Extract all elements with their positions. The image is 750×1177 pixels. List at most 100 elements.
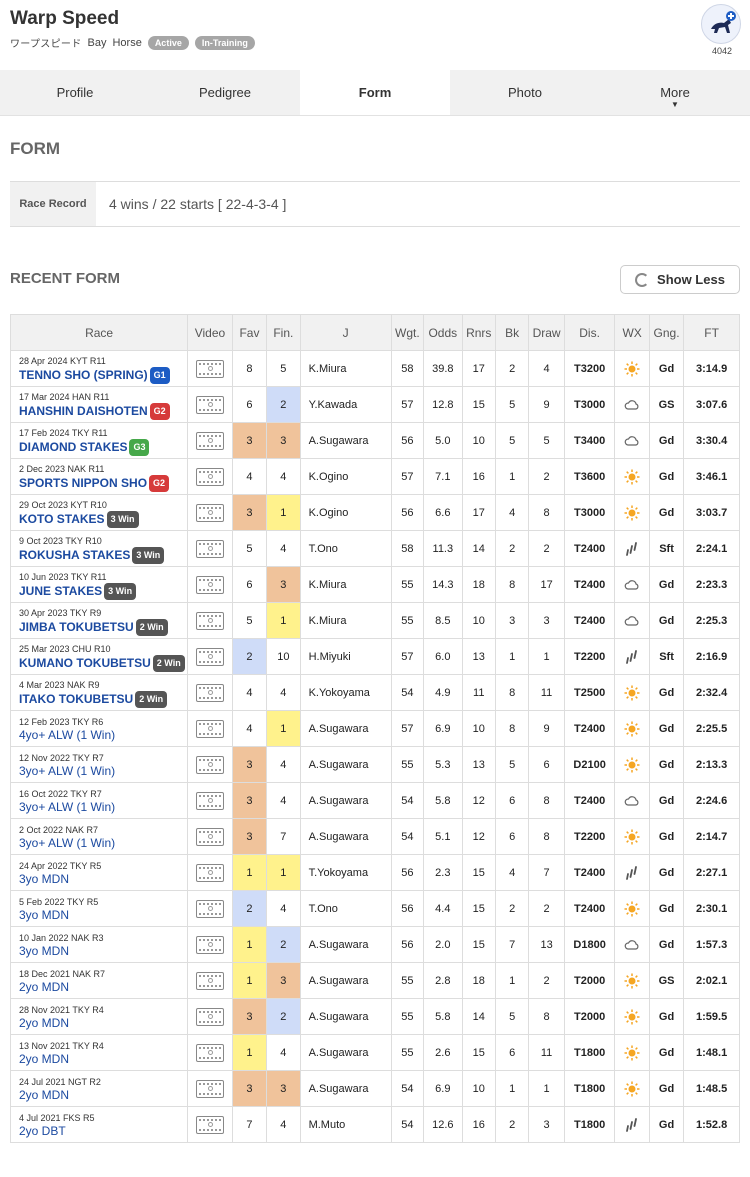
jockey-cell[interactable]: K.Miura	[299, 350, 392, 387]
race-link[interactable]: 2yo DBT	[19, 1124, 187, 1139]
race-link[interactable]: 2yo MDN	[19, 1088, 187, 1103]
tab-profile[interactable]: Profile	[0, 70, 150, 115]
video-cell[interactable]	[187, 962, 233, 999]
race-link[interactable]: SPORTS NIPPON SHO G2	[19, 474, 187, 492]
owner-logo-icon[interactable]	[701, 4, 741, 44]
jockey-cell[interactable]: A.Sugawara	[299, 1070, 392, 1107]
race-link[interactable]: 3yo MDN	[19, 908, 187, 923]
video-cell[interactable]	[187, 566, 233, 603]
jockey-cell[interactable]: Y.Kawada	[299, 386, 392, 423]
race-link[interactable]: 2yo MDN	[19, 1016, 187, 1031]
video-cell[interactable]	[187, 1106, 233, 1143]
video-icon[interactable]	[195, 1007, 224, 1026]
tab-more[interactable]: More ▼	[600, 70, 750, 115]
race-link[interactable]: KUMANO TOKUBETSU 2 Win	[19, 654, 187, 672]
race-name[interactable]: KUMANO TOKUBETSU	[19, 656, 151, 671]
race-link[interactable]: 3yo+ ALW (1 Win)	[19, 800, 187, 815]
jockey-cell[interactable]: K.Ogino	[299, 458, 392, 495]
video-cell[interactable]	[187, 458, 233, 495]
video-icon[interactable]	[195, 719, 224, 738]
video-cell[interactable]	[187, 494, 233, 531]
video-icon[interactable]	[195, 1115, 224, 1134]
jockey-cell[interactable]: H.Miyuki	[299, 638, 392, 675]
race-link[interactable]: 3yo+ ALW (1 Win)	[19, 836, 187, 851]
video-icon[interactable]	[195, 431, 224, 450]
jockey-cell[interactable]: K.Miura	[299, 566, 392, 603]
race-name[interactable]: SPORTS NIPPON SHO	[19, 476, 147, 491]
race-name[interactable]: 2yo MDN	[19, 1088, 69, 1103]
video-icon[interactable]	[195, 971, 224, 990]
video-icon[interactable]	[195, 863, 224, 882]
race-name[interactable]: 4yo+ ALW (1 Win)	[19, 728, 115, 743]
video-icon[interactable]	[195, 755, 224, 774]
video-cell[interactable]	[187, 350, 233, 387]
video-cell[interactable]	[187, 854, 233, 891]
jockey-cell[interactable]: K.Ogino	[299, 494, 392, 531]
race-name[interactable]: 2yo DBT	[19, 1124, 66, 1139]
jockey-cell[interactable]: T.Ono	[299, 530, 392, 567]
jockey-cell[interactable]: M.Muto	[299, 1106, 392, 1143]
race-name[interactable]: 3yo MDN	[19, 872, 69, 887]
race-link[interactable]: JUNE STAKES 3 Win	[19, 582, 187, 600]
video-cell[interactable]	[187, 710, 233, 747]
video-icon[interactable]	[195, 899, 224, 918]
jockey-cell[interactable]: A.Sugawara	[299, 926, 392, 963]
video-icon[interactable]	[195, 539, 224, 558]
race-name[interactable]: 3yo MDN	[19, 944, 69, 959]
video-cell[interactable]	[187, 602, 233, 639]
video-icon[interactable]	[195, 611, 224, 630]
race-name[interactable]: JUNE STAKES	[19, 584, 102, 599]
video-icon[interactable]	[195, 395, 224, 414]
jockey-cell[interactable]: T.Ono	[299, 890, 392, 927]
race-link[interactable]: HANSHIN DAISHOTEN G2	[19, 402, 187, 420]
video-cell[interactable]	[187, 1070, 233, 1107]
race-link[interactable]: 2yo MDN	[19, 1052, 187, 1067]
video-cell[interactable]	[187, 782, 233, 819]
jockey-cell[interactable]: A.Sugawara	[299, 998, 392, 1035]
race-name[interactable]: KOTO STAKES	[19, 512, 105, 527]
video-cell[interactable]	[187, 674, 233, 711]
jockey-cell[interactable]: A.Sugawara	[299, 422, 392, 459]
jockey-cell[interactable]: A.Sugawara	[299, 1034, 392, 1071]
video-cell[interactable]	[187, 386, 233, 423]
jockey-cell[interactable]: K.Yokoyama	[299, 674, 392, 711]
race-name[interactable]: 3yo+ ALW (1 Win)	[19, 764, 115, 779]
race-link[interactable]: JIMBA TOKUBETSU 2 Win	[19, 618, 187, 636]
race-link[interactable]: ITAKO TOKUBETSU 2 Win	[19, 690, 187, 708]
tab-pedigree[interactable]: Pedigree	[150, 70, 300, 115]
jockey-cell[interactable]: T.Yokoyama	[299, 854, 392, 891]
race-link[interactable]: TENNO SHO (SPRING) G1	[19, 366, 187, 384]
race-link[interactable]: KOTO STAKES 3 Win	[19, 510, 187, 528]
video-cell[interactable]	[187, 746, 233, 783]
video-cell[interactable]	[187, 1034, 233, 1071]
video-icon[interactable]	[195, 791, 224, 810]
video-icon[interactable]	[195, 1079, 224, 1098]
race-name[interactable]: DIAMOND STAKES	[19, 440, 127, 455]
video-cell[interactable]	[187, 926, 233, 963]
video-icon[interactable]	[195, 467, 224, 486]
tab-form[interactable]: Form	[300, 70, 450, 115]
race-name[interactable]: 3yo+ ALW (1 Win)	[19, 800, 115, 815]
video-cell[interactable]	[187, 818, 233, 855]
video-cell[interactable]	[187, 890, 233, 927]
video-icon[interactable]	[195, 1043, 224, 1062]
video-icon[interactable]	[195, 575, 224, 594]
video-icon[interactable]	[195, 359, 224, 378]
race-name[interactable]: TENNO SHO (SPRING)	[19, 368, 148, 383]
race-link[interactable]: ROKUSHA STAKES 3 Win	[19, 546, 187, 564]
video-icon[interactable]	[195, 683, 224, 702]
jockey-cell[interactable]: A.Sugawara	[299, 962, 392, 999]
video-cell[interactable]	[187, 998, 233, 1035]
race-link[interactable]: 3yo MDN	[19, 944, 187, 959]
race-name[interactable]: ITAKO TOKUBETSU	[19, 692, 133, 707]
jockey-cell[interactable]: K.Miura	[299, 602, 392, 639]
race-name[interactable]: 3yo MDN	[19, 908, 69, 923]
video-icon[interactable]	[195, 647, 224, 666]
race-name[interactable]: ROKUSHA STAKES	[19, 548, 130, 563]
race-name[interactable]: 2yo MDN	[19, 1052, 69, 1067]
jockey-cell[interactable]: A.Sugawara	[299, 818, 392, 855]
show-less-button[interactable]: Show Less	[620, 265, 740, 294]
jockey-cell[interactable]: A.Sugawara	[299, 746, 392, 783]
race-link[interactable]: 3yo+ ALW (1 Win)	[19, 764, 187, 779]
video-icon[interactable]	[195, 935, 224, 954]
